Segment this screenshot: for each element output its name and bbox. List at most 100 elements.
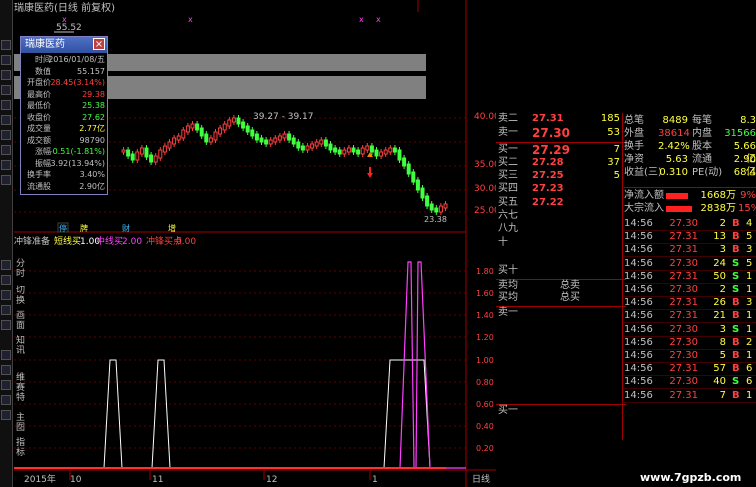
toolbar-button[interactable] — [1, 260, 11, 270]
popup-row: 最低价 25.38 — [21, 100, 107, 111]
toolbar-button[interactable] — [1, 305, 11, 315]
tick-row: 14:56 27.30 2 S 1 — [624, 283, 756, 297]
order-book-row[interactable]: 买三 27.25 5 — [496, 170, 626, 182]
popup-row-value: 27.62 — [82, 112, 105, 122]
tick-row: 14:56 27.30 8 B 2 — [624, 336, 756, 350]
x-axis-label: 1 — [372, 475, 378, 485]
indicator-axis-label: 0.40 — [476, 422, 494, 431]
order-book-row[interactable]: 买二 27.28 37 — [496, 157, 626, 169]
period-label[interactable]: 日线 — [472, 473, 490, 485]
popup-row-value: 28.45(3.14%) — [50, 78, 105, 87]
left-toolbar — [0, 0, 13, 487]
svg-text:x: x — [359, 15, 364, 24]
order-book-row[interactable]: 卖一 27.30 53 — [496, 127, 626, 139]
toolbar-button[interactable] — [1, 40, 11, 50]
ma-label: 39.27 - 39.17 — [253, 112, 314, 122]
x-axis-label: 10 — [70, 475, 82, 485]
indicator-axis-label: 1.20 — [476, 333, 494, 342]
indicator-axis-label: 1.40 — [476, 311, 494, 320]
toolbar-button[interactable] — [1, 320, 11, 330]
toolbar-button[interactable] — [1, 175, 11, 185]
toolbar-button[interactable] — [1, 275, 11, 285]
tick-row: 14:56 27.31 7 B 1 — [624, 389, 756, 403]
order-book-more: 十 — [498, 237, 508, 248]
short-buy-line — [14, 359, 466, 469]
popup-row-value: 2016/01/08/五 — [48, 55, 105, 64]
popup-row-value: 98790 — [79, 135, 105, 145]
fund-flow-panel: 净流入额 1668万 9% 大宗流入 2838万 15% — [624, 187, 756, 216]
popup-title: 瑞康医药 — [25, 39, 65, 50]
price-axis-label: 25.00 — [474, 206, 496, 216]
tick-row: 14:56 27.30 3 S 1 — [624, 323, 756, 337]
tick-row: 14:56 27.30 24 S 5 — [624, 257, 756, 271]
popup-row: 最高价 29.38 — [21, 89, 107, 100]
popup-row: 收盘价 27.62 — [21, 112, 107, 123]
divider — [622, 113, 623, 440]
news-marker[interactable]: 停 — [59, 223, 67, 233]
toolbar-button[interactable] — [1, 350, 11, 360]
tick-row: 14:56 27.31 13 B 5 — [624, 230, 756, 245]
price-axis-label: 35.00 — [474, 160, 496, 170]
toolbar-button[interactable] — [1, 380, 11, 390]
stats-panel: 总笔 8489 每笔 8.3 外盘 38614 内盘 31566 换手 2.42% 股本 5.66亿净… — [624, 113, 756, 183]
news-marker[interactable]: 财 — [122, 223, 130, 233]
order-book-row[interactable]: 买五 27.22 — [496, 197, 626, 209]
popup-row: 成交量 2.77亿 — [21, 123, 107, 134]
indicator-axis-label: 0.80 — [476, 378, 494, 387]
indicator-param-value: 2.00 — [122, 237, 142, 247]
popup-title-bar[interactable]: 瑞康医药 × — [21, 37, 107, 53]
toolbar-button[interactable] — [1, 70, 11, 80]
indicator-param-label: 短线买 — [54, 235, 81, 247]
popup-row: 开盘价 28.45(3.14%) — [21, 77, 107, 88]
popup-row-label: 最低价 — [27, 101, 51, 110]
popup-row-label: 收盘价 — [27, 112, 51, 122]
toolbar-button[interactable] — [1, 410, 11, 420]
indicator-param-label: 中线买 — [96, 235, 123, 247]
toolbar-button[interactable] — [1, 115, 11, 125]
toolbar-button[interactable] — [1, 100, 11, 110]
news-marker[interactable]: 增 — [168, 223, 176, 233]
popup-row: 数值 55.157 — [21, 66, 107, 77]
popup-row-label: 最高价 — [27, 89, 51, 99]
order-book-more: 六 七 — [498, 210, 518, 221]
toolbar-button[interactable] — [1, 85, 11, 95]
order-book-row[interactable]: 买一 27.29 7 — [496, 142, 626, 156]
tick-row: 14:56 27.30 40 S 6 — [624, 375, 756, 390]
stats-row: 外盘 38614 内盘 31566 — [624, 128, 756, 139]
popup-row-value: 29.38 — [82, 89, 105, 99]
quote-info-popup[interactable]: 瑞康医药 × 时间 2016/01/08/五 数值 55.157 开盘价 28.45(3.… — [20, 36, 108, 195]
fund-flow-row[interactable]: 大宗流入 2838万 15% — [624, 202, 756, 215]
toolbar-button[interactable] — [1, 290, 11, 300]
order-book-row: 买一 — [496, 404, 626, 417]
watermark: www.7gpzb.com — [640, 471, 742, 484]
popup-row: 流通股 2.90亿 — [21, 181, 107, 192]
close-icon[interactable]: × — [93, 38, 105, 50]
x-axis-label: 12 — [266, 475, 277, 485]
toolbar-button[interactable] — [1, 365, 11, 375]
tick-row: 14:56 27.31 3 B 3 — [624, 243, 756, 258]
svg-text:x: x — [188, 15, 193, 24]
popup-row-value: 2.77亿 — [79, 124, 105, 133]
fund-flow-row[interactable]: 净流入额 1668万 9% — [624, 189, 756, 202]
order-book-more: 八 九 — [498, 223, 518, 234]
low-price-label: 23.38 — [424, 215, 447, 224]
popup-row-label: 成交量 — [27, 124, 51, 133]
popup-row-value: 25.38 — [82, 101, 105, 110]
popup-row-value: 3.40% — [79, 170, 105, 179]
toolbar-button[interactable] — [1, 160, 11, 170]
toolbar-button[interactable] — [1, 395, 11, 405]
order-book-row[interactable]: 卖二 27.31 185 — [496, 113, 626, 125]
toolbar-button[interactable] — [1, 145, 11, 155]
order-book-row: 买十 — [498, 265, 518, 276]
down-arrow-marker — [367, 173, 373, 178]
tick-row: 14:56 27.30 5 B 1 — [624, 349, 756, 363]
popup-row: 成交额 98790 — [21, 135, 107, 146]
tick-row: 14:56 27.30 2 B 4 — [624, 217, 756, 231]
toolbar-button[interactable] — [1, 55, 11, 65]
popup-row-value: 3.92(13.94%) — [50, 158, 105, 168]
toolbar-button[interactable] — [1, 130, 11, 140]
stats-row: 收益(三) 0.310 PE(动) 68.4 — [624, 167, 756, 178]
order-book-row[interactable]: 买四 27.23 — [496, 183, 626, 195]
news-marker[interactable]: 牌 — [80, 223, 88, 233]
order-book-row: 卖均 总卖 — [496, 279, 626, 292]
